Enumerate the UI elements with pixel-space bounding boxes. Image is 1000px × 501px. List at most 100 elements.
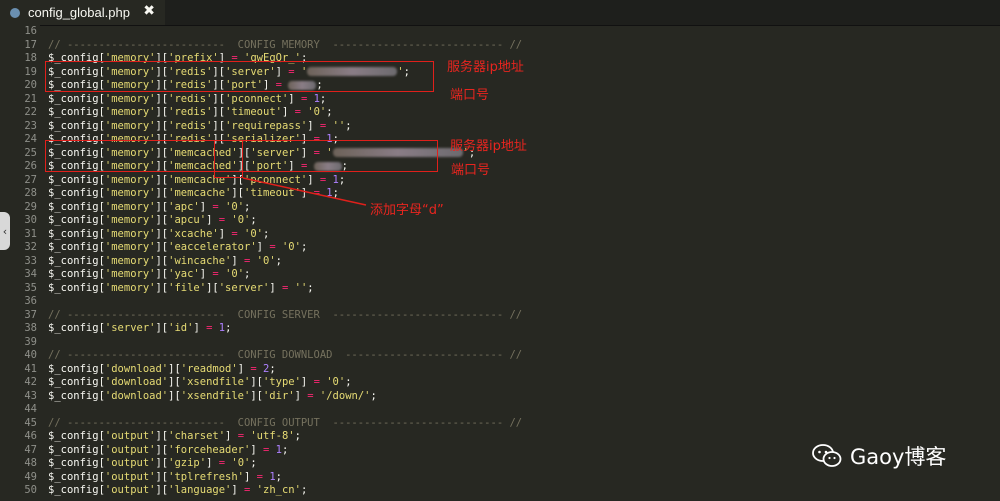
line-number: 20	[24, 79, 37, 91]
code-line: 16	[0, 25, 1000, 39]
code-token: ][	[206, 281, 219, 294]
code-token: ][	[250, 376, 263, 388]
code-text: $_config['memory']['file']['server'] = '…	[48, 282, 314, 296]
code-line: 28 $_config['memory']['memcache']['timeou…	[0, 187, 1000, 201]
code-text: $_config['memory']['wincache'] = '0';	[48, 255, 282, 269]
annotation-add-letter: 添加字母“d”	[370, 203, 444, 218]
code-token: ;	[300, 241, 308, 253]
line-number: 50	[24, 484, 37, 496]
code-token: ]	[269, 281, 282, 294]
code-token: ][	[155, 119, 169, 132]
code-token: ][	[155, 281, 169, 294]
line-number: 43	[24, 389, 37, 402]
line-number: 35	[24, 281, 37, 294]
code-token: 'xsendfile'	[180, 376, 251, 388]
code-token: 'gzip'	[168, 457, 207, 469]
code-token: ;	[281, 443, 289, 456]
line-number: 27	[24, 173, 37, 186]
code-token: ][	[155, 430, 169, 442]
code-line: 43 $_config['download']['xsendfile']['dir…	[0, 390, 1000, 404]
code-token: 'utf-8'	[250, 430, 295, 442]
code-token: ]	[206, 214, 219, 226]
code-token: 'xsendfile'	[180, 389, 251, 402]
line-number: 49	[24, 470, 37, 483]
line-number: 44	[24, 403, 37, 415]
code-token: ;	[345, 376, 352, 388]
tab-config-global[interactable]: config_global.php ✖	[0, 0, 165, 25]
code-token: 'eaccelerator'	[168, 241, 257, 253]
code-text: $_config['memory']['redis']['timeout'] =…	[48, 106, 333, 120]
code-line: 49 $_config['output']['tplrefresh'] = 1;	[0, 471, 1000, 485]
code-token: '0'	[281, 241, 301, 253]
code-token: 'memory'	[104, 119, 156, 132]
code-line: 17 // ------------------------- CONFIG ME…	[0, 39, 1000, 53]
code-token: 'download'	[104, 376, 169, 388]
code-token: 'forceheader'	[168, 443, 251, 456]
code-token: 'requirepass'	[225, 119, 308, 132]
code-token: 'memory'	[104, 254, 156, 267]
code-token: // ------------------------- CONFIG MEMO…	[48, 38, 523, 51]
code-editor[interactable]: 16 17 // ------------------------- CONFIG …	[0, 25, 1000, 501]
line-number: 26	[24, 160, 37, 172]
code-token: ]	[225, 430, 238, 442]
code-token: $_config	[48, 227, 99, 240]
line-number: 19	[24, 65, 37, 78]
code-token: 'pconnect'	[225, 92, 289, 105]
code-token: ][	[168, 376, 181, 388]
code-token: ]	[307, 173, 320, 186]
code-text: // ------------------------- CONFIG SERV…	[48, 309, 522, 323]
code-text: $_config['memory']['xcache'] = '0';	[48, 228, 269, 242]
code-token: $_config	[48, 173, 99, 186]
code-token: $_config	[48, 430, 99, 442]
code-text: $_config['download']['readmod'] = 2;	[48, 363, 276, 377]
code-token: $_config	[48, 200, 99, 213]
code-token: ;	[263, 227, 270, 240]
line-number: 25	[24, 146, 37, 159]
code-token: 'yac'	[168, 268, 200, 280]
code-token: 'redis'	[168, 106, 213, 118]
line-number: 39	[24, 335, 37, 348]
close-icon[interactable]: ✖	[143, 3, 155, 19]
watermark: Gaoy博客	[812, 441, 946, 471]
code-token: // ------------------------- CONFIG OUTP…	[48, 416, 523, 429]
code-token: ][	[155, 106, 169, 118]
line-number: 46	[24, 430, 37, 442]
code-token: $_config	[48, 457, 99, 469]
code-text: $_config['output']['tplrefresh'] = 1;	[48, 471, 282, 485]
tab-bar: config_global.php ✖	[0, 0, 1000, 26]
code-token: 'memory'	[104, 281, 156, 294]
code-line: 32 $_config['memory']['eaccelerator'] = '…	[0, 241, 1000, 255]
code-token: ]	[206, 457, 219, 469]
code-token: ][	[155, 187, 169, 199]
code-token: ][	[155, 214, 169, 226]
code-token: 'memory'	[104, 268, 156, 280]
code-text: $_config['download']['xsendfile']['type'…	[48, 376, 352, 390]
code-text: $_config['output']['language'] = 'zh_cn'…	[48, 484, 307, 498]
line-number: 38	[24, 322, 37, 334]
code-token: '0'	[326, 376, 346, 388]
code-token: 'zh_cn'	[256, 484, 301, 496]
code-text: $_config['output']['gzip'] = '0';	[48, 457, 257, 471]
code-token: ]	[300, 187, 314, 199]
code-token: ]	[199, 268, 213, 280]
line-number: 47	[24, 443, 37, 456]
line-number: 42	[24, 376, 37, 388]
collapse-handle[interactable]: ‹	[0, 212, 10, 250]
code-token: 'tplrefresh'	[168, 470, 244, 483]
code-token: $_config	[48, 214, 99, 226]
annotation-box-letter-d	[214, 140, 243, 178]
line-number: 18	[24, 52, 37, 64]
code-text: $_config['download']['xsendfile']['dir']…	[48, 390, 377, 404]
code-text: $_config['memory']['memcache']['pconnect…	[48, 174, 345, 188]
code-token: ]	[244, 470, 257, 483]
line-number: 45	[24, 416, 37, 429]
code-token: '0'	[231, 457, 251, 469]
code-token: '/down/'	[319, 389, 371, 402]
annotation-port-2: 端口号	[451, 163, 491, 178]
line-number: 36	[24, 295, 37, 307]
code-token: ][	[212, 119, 226, 132]
code-token: $_config	[48, 241, 99, 253]
code-line: 45 // ------------------------- CONFIG OU…	[0, 417, 1000, 431]
code-token: $_config	[48, 484, 99, 496]
code-token: '0'	[225, 268, 245, 280]
